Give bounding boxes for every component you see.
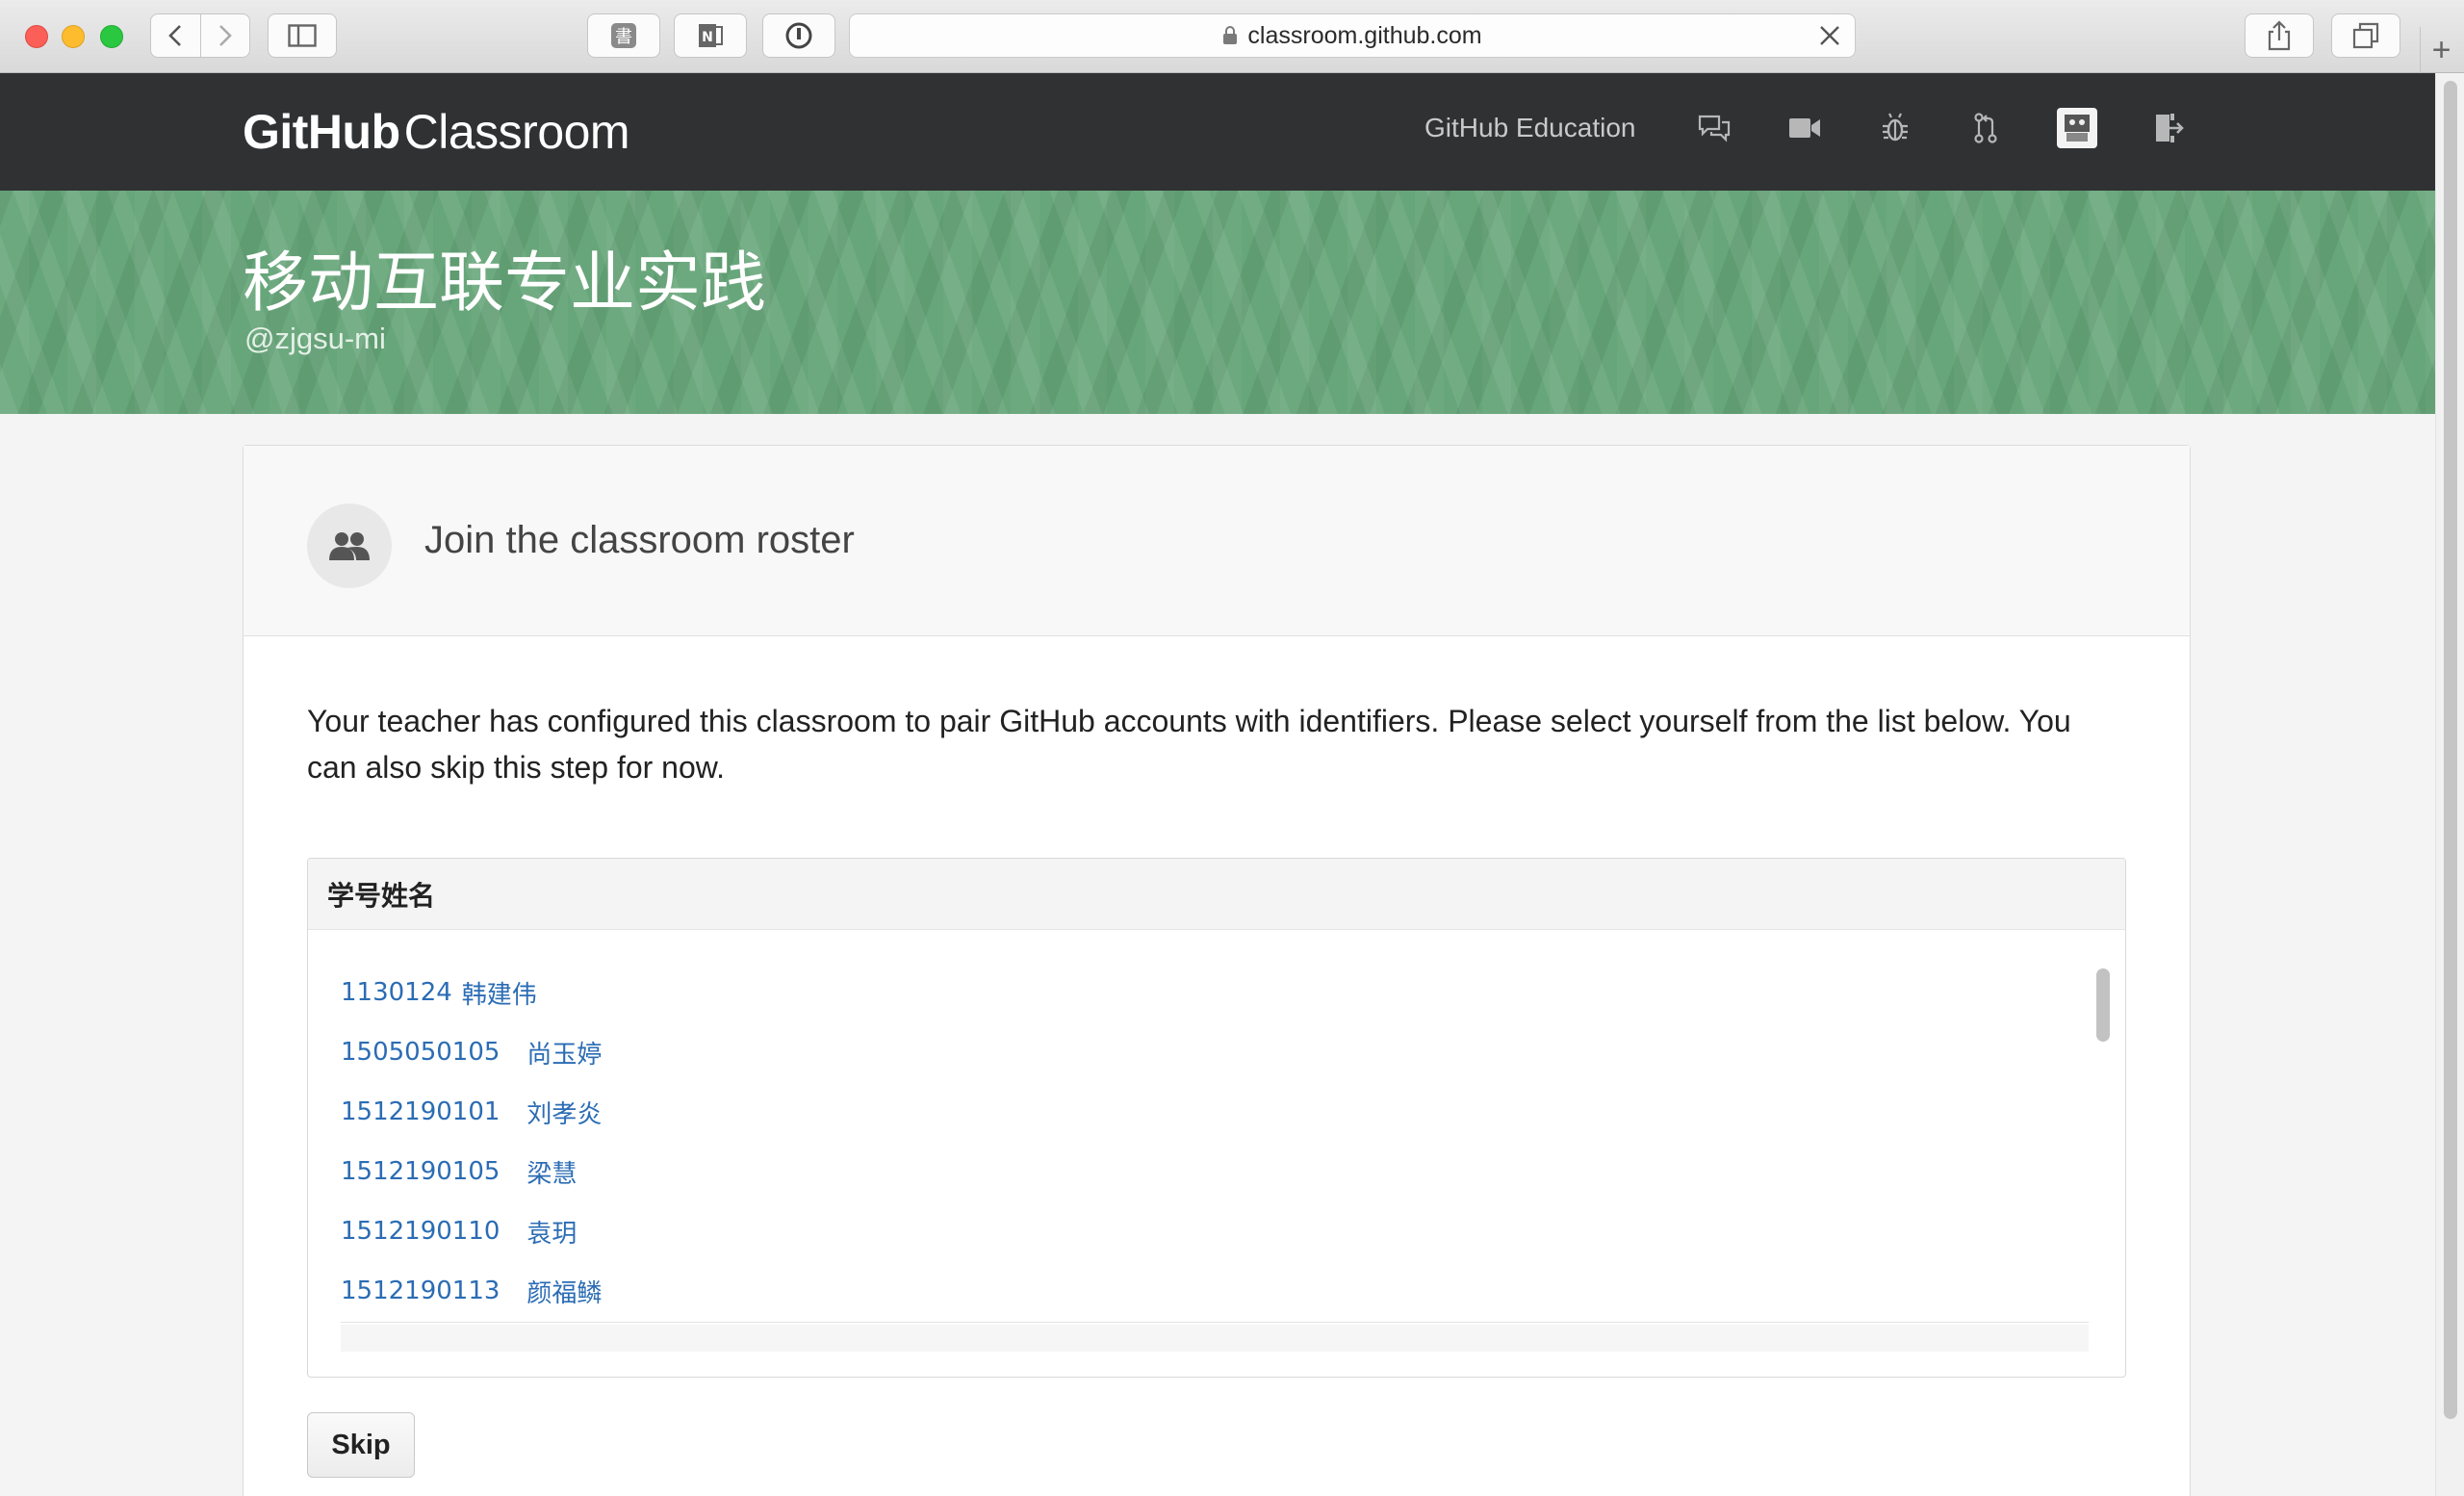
- svg-text:書: 書: [615, 27, 632, 47]
- roster-horizontal-scrollbar[interactable]: [341, 1325, 2089, 1352]
- bug-icon[interactable]: [1876, 109, 1914, 147]
- password-manager-icon: [785, 22, 812, 49]
- sidebar-toggle-button[interactable]: [268, 13, 337, 58]
- roster-header: 学号姓名: [308, 859, 2125, 930]
- user-avatar[interactable]: [2057, 108, 2098, 148]
- address-bar[interactable]: classroom.github.com: [849, 13, 1856, 58]
- page-scroll-thumb[interactable]: [2444, 81, 2457, 1419]
- url-text: classroom.github.com: [1247, 21, 1482, 49]
- roster-item[interactable]: 1505050105 尚玉婷: [341, 1022, 2089, 1082]
- sidebar-icon: [288, 24, 317, 47]
- roster-item-id: 1512190101: [341, 1097, 500, 1126]
- roster-item-name: 袁玥: [526, 1219, 578, 1249]
- roster-item[interactable]: 1512190110 袁玥: [341, 1201, 2089, 1261]
- github-education-link[interactable]: GitHub Education: [1424, 113, 1635, 143]
- roster-scrollbar[interactable]: [2092, 963, 2114, 1323]
- roster-item-name: 颜福鳞: [526, 1278, 603, 1308]
- card-description: Your teacher has configured this classro…: [307, 704, 2071, 785]
- roster-item-id: 1512190110: [341, 1217, 500, 1246]
- roster-scroll-thumb[interactable]: [2096, 968, 2110, 1042]
- roster-item-name: 梁慧: [526, 1159, 578, 1189]
- roster-item-id: 1512190105: [341, 1157, 500, 1186]
- roster-item[interactable]: 1512190113 颜福鳞: [341, 1261, 2089, 1321]
- roster-item[interactable]: 1512190105 梁慧: [341, 1142, 2089, 1201]
- site-header: GitHubClassroom GitHub Education: [0, 73, 2435, 191]
- classroom-banner: 移动互联专业实践 @zjgsu-mi: [0, 191, 2435, 414]
- extension-button-3[interactable]: [762, 13, 835, 58]
- roster-card: Join the classroom roster Your teacher h…: [243, 445, 2191, 1496]
- roster-item[interactable]: 1130124 韩建伟: [341, 963, 2089, 1022]
- video-icon[interactable]: [1785, 109, 1824, 147]
- clear-url-icon[interactable]: [1818, 24, 1841, 54]
- github-classroom-logo[interactable]: GitHubClassroom: [243, 104, 630, 160]
- onenote-icon: N: [699, 24, 723, 47]
- comments-icon[interactable]: [1695, 109, 1733, 147]
- roster-item[interactable]: 1512190101 刘孝炎: [341, 1082, 2089, 1142]
- people-icon: [307, 503, 392, 588]
- classroom-title: 移动互联专业实践: [243, 245, 767, 322]
- tabs-overview-button[interactable]: [2331, 13, 2400, 58]
- sign-out-icon[interactable]: [2149, 109, 2188, 147]
- minimize-window-button[interactable]: [62, 25, 85, 48]
- chevron-left-icon: [168, 25, 182, 46]
- card-title: Join the classroom roster: [424, 519, 855, 561]
- svg-text:N: N: [702, 30, 713, 45]
- roster-panel: 学号姓名 1130124 韩建伟 1505050105 尚玉婷 1512190101…: [307, 858, 2126, 1378]
- close-window-button[interactable]: [25, 25, 48, 48]
- extension-button-1[interactable]: 書: [587, 13, 660, 58]
- extension-button-2[interactable]: N: [674, 13, 747, 58]
- forward-button[interactable]: [201, 14, 250, 57]
- share-button[interactable]: [2245, 13, 2314, 58]
- back-button[interactable]: [151, 14, 201, 57]
- organization-handle: @zjgsu-mi: [244, 322, 386, 355]
- translate-extension-icon: 書: [611, 23, 636, 48]
- roster-item-name: 尚玉婷: [526, 1040, 603, 1070]
- logo-bold-text: GitHub: [243, 105, 400, 159]
- avatar-image-icon: [2065, 115, 2091, 142]
- card-header: Join the classroom roster: [244, 446, 2190, 636]
- header-nav: GitHub Education: [1424, 108, 2188, 148]
- roster-item-id: 1505050105: [341, 1038, 500, 1067]
- browser-toolbar: 書 N classroom.github.com +: [0, 0, 2464, 73]
- lock-icon: [1222, 26, 1238, 45]
- roster-item-name: 韩建伟: [461, 980, 537, 1010]
- zoom-window-button[interactable]: [100, 25, 123, 48]
- pull-request-icon[interactable]: [1966, 109, 2005, 147]
- chevron-right-icon: [218, 25, 232, 46]
- history-nav: [150, 13, 250, 58]
- roster-item-id: 1512190113: [341, 1277, 500, 1305]
- page-scrollbar[interactable]: [2435, 73, 2464, 1496]
- skip-button[interactable]: Skip: [307, 1412, 415, 1478]
- share-icon: [2268, 20, 2291, 51]
- roster-item-name: 刘孝炎: [526, 1099, 603, 1129]
- logo-light-text: Classroom: [403, 105, 630, 159]
- tabs-icon: [2352, 22, 2379, 49]
- new-tab-button[interactable]: +: [2420, 27, 2462, 73]
- roster-list: 1130124 韩建伟 1505050105 尚玉婷 1512190101 刘孝炎 1…: [341, 963, 2089, 1323]
- roster-item-id: 1130124: [341, 978, 452, 1007]
